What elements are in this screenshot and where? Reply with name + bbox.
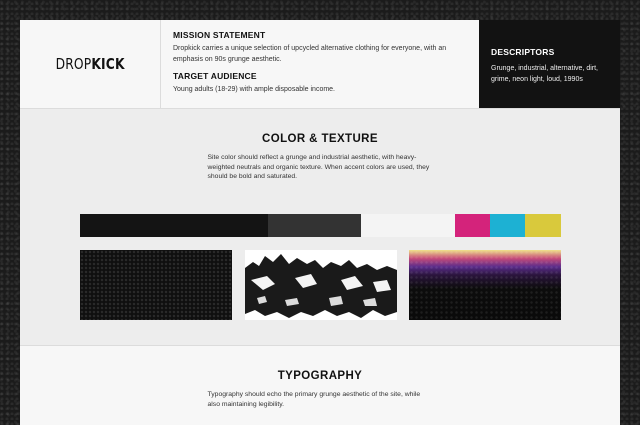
typography-text: Typography should echo the primary grung… [207, 391, 421, 408]
color-swatch-6 [525, 214, 561, 237]
color-palette [80, 214, 561, 237]
texture-grunge-splatter [244, 250, 397, 320]
logo-cell: DROPKICK [20, 20, 161, 108]
descriptors-cell: DESCRIPTORS Grunge, industrial, alternat… [479, 20, 620, 108]
logo-part-drop: DROP [55, 55, 92, 73]
mission-statement-text: Dropkick carries a unique selection of u… [173, 45, 447, 63]
brand-logo: DROPKICK [55, 55, 124, 73]
grunge-splatter-graphic [244, 254, 397, 318]
color-texture-text: Site color should reflect a grunge and i… [207, 154, 430, 180]
style-guide-sheet: DROPKICK MISSION STATEMENT Dropkick carr… [20, 20, 620, 425]
color-texture-title: COLOR & TEXTURE [262, 133, 378, 145]
color-swatch-5 [490, 214, 526, 237]
target-audience-label: TARGET AUDIENCE [173, 71, 257, 81]
descriptors-text: Grunge, industrial, alternative, dirt, g… [491, 65, 598, 83]
descriptors-label: DESCRIPTORS [491, 47, 555, 57]
texture-dark-dots [80, 250, 232, 320]
mission-cell: MISSION STATEMENT Dropkick carries a uni… [161, 20, 479, 108]
color-swatch-3 [361, 214, 456, 237]
logo-part-kick: KICK [91, 55, 125, 73]
target-audience-text: Young adults (18-29) with ample disposab… [173, 86, 336, 93]
mission-statement-label: MISSION STATEMENT [173, 30, 266, 40]
color-swatch-2 [267, 214, 362, 237]
typography-section: TYPOGRAPHY Typography should echo the pr… [20, 345, 620, 425]
texture-neon-glow [409, 250, 561, 320]
color-swatch-4 [455, 214, 491, 237]
texture-samples [80, 250, 561, 320]
typography-title: TYPOGRAPHY [277, 370, 363, 382]
header: DROPKICK MISSION STATEMENT Dropkick carr… [20, 20, 620, 109]
color-swatch-1 [80, 214, 268, 237]
